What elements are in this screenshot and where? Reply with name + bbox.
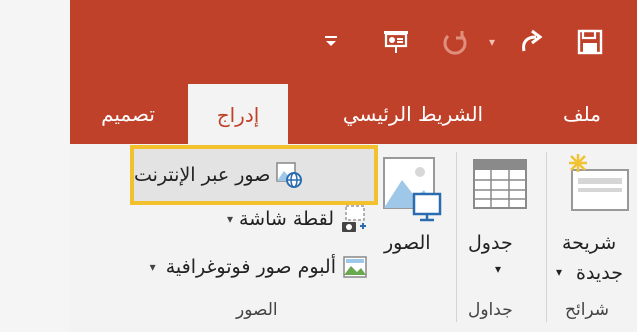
online-pictures-button[interactable]: صور عبر الإنترنت [130, 145, 378, 205]
online-pictures-icon [276, 162, 303, 188]
group-label-images: الصور [236, 300, 278, 320]
screenshot-icon [342, 205, 366, 232]
photo-album-dropdown-arrow[interactable]: ▾ [150, 260, 156, 274]
redo-icon[interactable] [512, 22, 552, 62]
presentation-icon[interactable] [376, 22, 416, 62]
new-slide-label-line1: شريحة [562, 232, 617, 254]
screenshot-button[interactable]: لقطة شاشة ▾ [168, 202, 368, 236]
customize-qat-icon[interactable] [320, 28, 342, 54]
new-slide-dropdown-arrow[interactable]: ▾ [556, 265, 562, 279]
undo-icon[interactable] [434, 22, 474, 62]
pictures-label: الصور [384, 232, 431, 254]
pictures-icon [383, 157, 442, 222]
new-slide-label-line2: جديدة [576, 262, 623, 284]
online-pictures-label: صور عبر الإنترنت [134, 164, 271, 186]
table-label: جدول [468, 232, 513, 254]
photo-album-button[interactable]: ألبوم صور فوتوغرافية ▾ [78, 250, 368, 284]
left-gutter [0, 0, 70, 332]
tab-file[interactable]: ملف [548, 84, 616, 144]
photo-album-label: ألبوم صور فوتوغرافية [165, 256, 336, 278]
screenshot-label: لقطة شاشة [238, 208, 334, 230]
table-button[interactable] [462, 148, 542, 298]
group-label-slides: شرائح [565, 300, 610, 320]
tab-insert[interactable]: إدراج [188, 84, 288, 146]
ribbon-separator [456, 152, 457, 322]
group-label-tables: جداول [468, 300, 513, 320]
tab-home[interactable]: الشريط الرئيسي [300, 84, 526, 144]
save-icon[interactable] [570, 22, 610, 62]
undo-dropdown-arrow-icon[interactable]: ▾ [483, 30, 501, 54]
table-dropdown-arrow[interactable]: ▾ [495, 262, 501, 276]
photo-album-icon [343, 256, 367, 278]
new-slide-icon [569, 154, 629, 211]
ribbon-separator [546, 152, 547, 322]
screenshot-dropdown-arrow[interactable]: ▾ [227, 212, 233, 226]
table-icon [473, 159, 527, 209]
tab-design[interactable]: تصميم [80, 84, 176, 144]
